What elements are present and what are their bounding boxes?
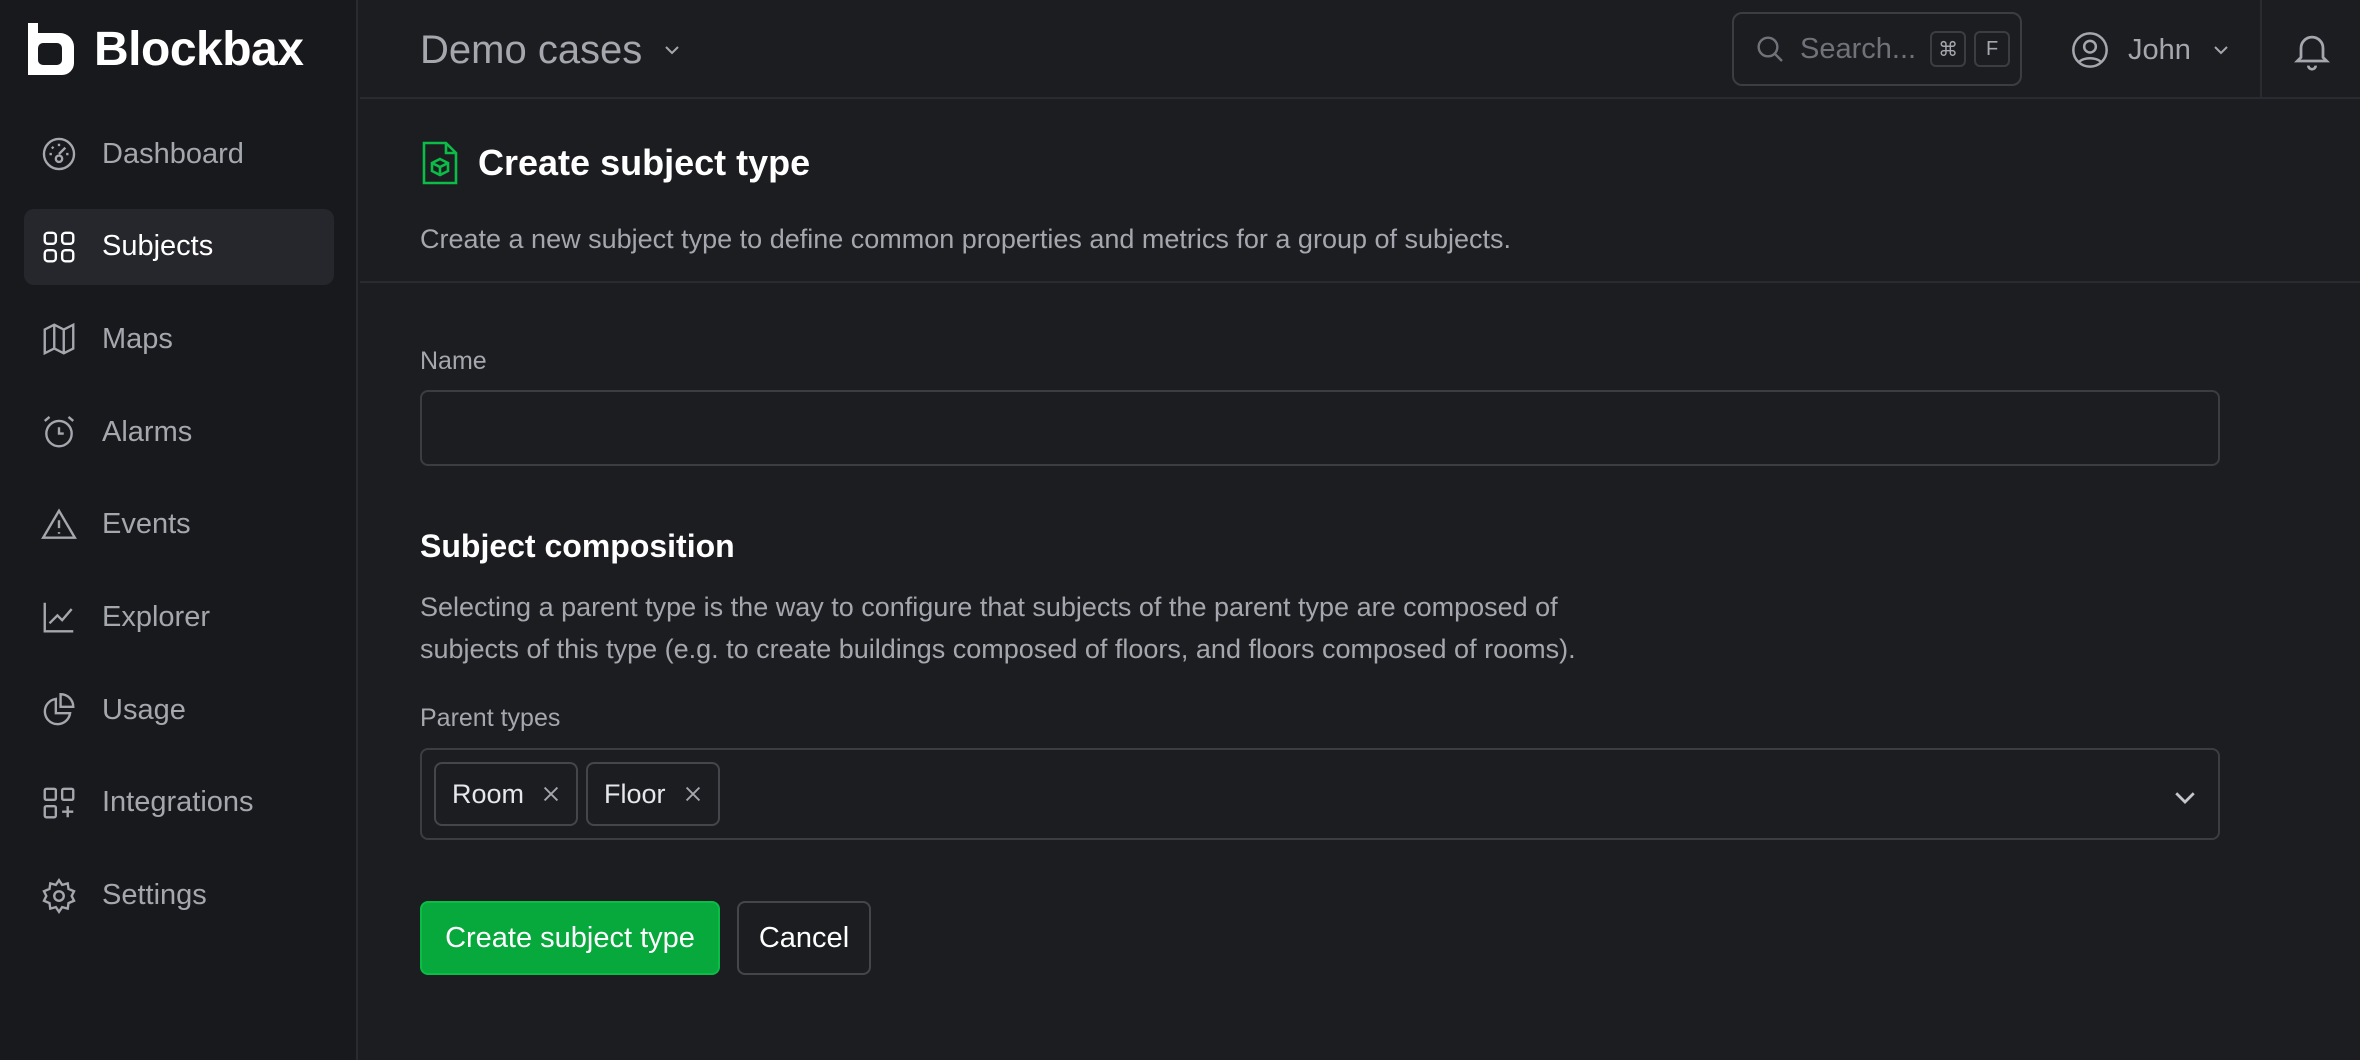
chevron-down-icon bbox=[665, 46, 680, 55]
gear-icon bbox=[40, 877, 78, 915]
sidebar-item-subjects[interactable]: Subjects bbox=[24, 208, 334, 285]
sidebar-item-label: Settings bbox=[102, 879, 207, 911]
sidebar-item-label: Explorer bbox=[102, 600, 210, 633]
tag-label: Room bbox=[452, 778, 525, 809]
sidebar-item-integrations[interactable]: Integrations bbox=[24, 765, 334, 841]
user-name: John bbox=[2128, 33, 2191, 66]
tag-label: Floor bbox=[604, 778, 666, 809]
name-label: Name bbox=[420, 347, 487, 375]
shortcut-key-f: F bbox=[1974, 31, 2011, 67]
map-icon bbox=[40, 320, 78, 358]
user-menu[interactable]: John bbox=[2070, 24, 2233, 76]
parent-types-select[interactable]: Room Floor bbox=[420, 748, 2220, 840]
sidebar-item-usage[interactable]: Usage bbox=[24, 672, 334, 748]
main-content: Create subject type Create a new subject… bbox=[360, 100, 2360, 1060]
cancel-button[interactable]: Cancel bbox=[737, 901, 871, 975]
logo[interactable]: Blockbax bbox=[24, 20, 304, 78]
pie-chart-icon bbox=[40, 691, 78, 729]
user-avatar-icon bbox=[2072, 32, 2108, 68]
section-divider bbox=[360, 281, 2360, 283]
sidebar-item-label: Dashboard bbox=[102, 137, 244, 170]
sidebar-item-settings[interactable]: Settings bbox=[24, 858, 334, 934]
dashboard-icon bbox=[40, 135, 78, 173]
close-icon[interactable] bbox=[540, 783, 562, 805]
top-header: Demo cases Search... ⌘ F John bbox=[360, 0, 2360, 99]
sidebar-item-dashboard[interactable]: Dashboard bbox=[24, 116, 334, 192]
sidebar-item-label: Usage bbox=[102, 693, 186, 726]
sidebar-item-label: Alarms bbox=[102, 415, 193, 448]
sidebar-item-events[interactable]: Events bbox=[24, 487, 334, 563]
integrations-icon bbox=[40, 784, 78, 822]
sidebar-item-label: Events bbox=[102, 508, 191, 541]
notifications-bell-icon[interactable] bbox=[2290, 28, 2334, 72]
parent-type-tag-room: Room bbox=[434, 762, 579, 826]
page-title: Create subject type bbox=[478, 142, 811, 183]
sidebar-item-label: Integrations bbox=[102, 786, 254, 819]
name-field[interactable] bbox=[420, 390, 2220, 466]
sidebar-item-label: Subjects bbox=[102, 230, 214, 263]
composition-desc-line-2: subjects of this type (e.g. to create bu… bbox=[420, 634, 1576, 664]
search-input[interactable]: Search... ⌘ F bbox=[1732, 12, 2022, 86]
create-subject-type-button[interactable]: Create subject type bbox=[420, 901, 720, 975]
warning-icon bbox=[40, 506, 78, 544]
search-placeholder: Search... bbox=[1800, 32, 1917, 65]
header-divider bbox=[2260, 0, 2262, 99]
sidebar: Blockbax Dashboard Subjects Maps Alarms … bbox=[0, 0, 358, 1060]
sidebar-item-maps[interactable]: Maps bbox=[24, 301, 334, 377]
line-chart-icon bbox=[40, 598, 78, 636]
parent-type-tag-floor: Floor bbox=[586, 762, 720, 826]
blockbax-logo-icon bbox=[28, 23, 74, 75]
composition-desc-line-1: Selecting a parent type is the way to co… bbox=[420, 592, 1558, 622]
subject-composition-description: Selecting a parent type is the way to co… bbox=[420, 586, 1720, 670]
page-description: Create a new subject type to define comm… bbox=[420, 224, 1512, 254]
sidebar-item-label: Maps bbox=[102, 322, 173, 355]
sidebar-nav: Dashboard Subjects Maps Alarms Events Ex… bbox=[24, 116, 334, 950]
sidebar-item-explorer[interactable]: Explorer bbox=[24, 579, 334, 655]
page-header: Create subject type bbox=[420, 138, 810, 188]
subject-type-icon bbox=[422, 141, 458, 185]
workspace-selector[interactable]: Demo cases bbox=[420, 24, 684, 76]
chevron-down-icon[interactable] bbox=[2170, 782, 2200, 812]
close-icon[interactable] bbox=[682, 783, 704, 805]
grid-icon bbox=[40, 228, 78, 266]
app-root: Blockbax Dashboard Subjects Maps Alarms … bbox=[0, 0, 2360, 1060]
subject-composition-title: Subject composition bbox=[420, 528, 735, 564]
sidebar-item-alarms[interactable]: Alarms bbox=[24, 394, 334, 470]
alarm-clock-icon bbox=[40, 413, 78, 451]
shortcut-key-cmd: ⌘ bbox=[1930, 31, 1967, 67]
search-icon bbox=[1757, 36, 1783, 62]
app-name: Blockbax bbox=[94, 22, 304, 76]
parent-types-label: Parent types bbox=[420, 704, 561, 732]
chevron-down-icon bbox=[2214, 46, 2228, 55]
workspace-name: Demo cases bbox=[420, 27, 643, 72]
